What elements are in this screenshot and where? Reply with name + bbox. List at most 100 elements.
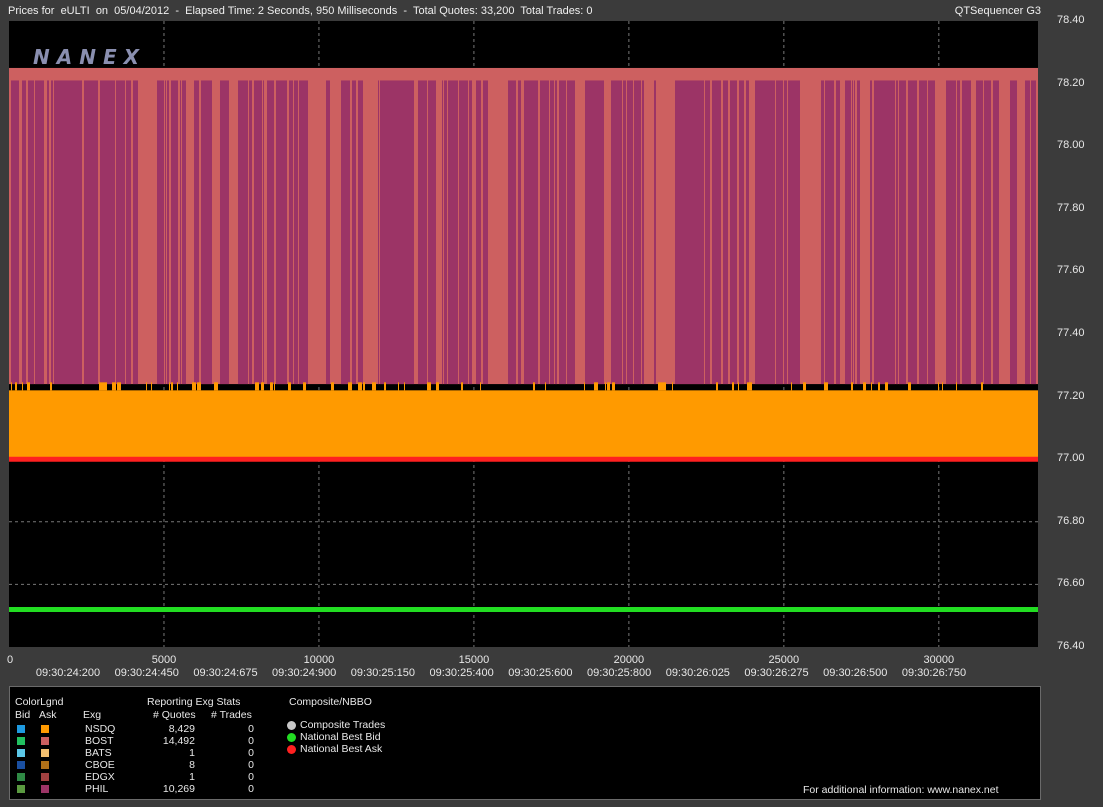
phil-ask-stripe <box>290 80 293 385</box>
phil-ask-stripe <box>84 80 92 385</box>
nsdq-ask-spike <box>658 382 662 391</box>
phil-ask-stripe <box>573 80 575 385</box>
nsdq-ask-spike <box>169 382 170 391</box>
phil-ask-stripe <box>883 80 892 385</box>
legend-panel: ColorLgnd Bid Ask Exg Reporting Exg Stat… <box>9 686 1041 800</box>
phil-ask-stripe <box>182 80 186 385</box>
x-tick-label: 20000 <box>613 654 645 666</box>
nsdq-ask-spike <box>22 382 23 391</box>
y-tick-label: 76.80 <box>1057 514 1085 527</box>
phil-ask-stripe <box>201 80 210 385</box>
quote-count: 8 <box>189 759 195 771</box>
phil-ask-stripe <box>28 80 34 385</box>
phil-ask-stripe <box>51 80 53 385</box>
price-plot-area[interactable]: NANEX <box>9 21 1038 647</box>
exchange-column-header: Exg <box>83 709 102 721</box>
phil-ask-stripe <box>601 80 604 385</box>
phil-ask-stripe <box>540 80 549 385</box>
bid-color-swatch <box>17 749 25 757</box>
nsdq-ask-spike <box>398 382 399 391</box>
phil-ask-stripe <box>92 80 98 385</box>
nsdq-ask-spike <box>851 382 853 391</box>
x-tick-label: 5000 <box>151 654 177 666</box>
phil-ask-stripe <box>410 80 414 385</box>
phil-ask-stripe <box>852 80 853 385</box>
composite-legend-label: National Best Ask <box>300 743 383 755</box>
nsdq-ask-spike <box>331 382 334 391</box>
x-time-label: 09:30:24:675 <box>193 667 258 679</box>
nsdq-ask-spike <box>384 382 386 391</box>
phil-ask-stripe <box>715 80 717 385</box>
phil-ask-stripe <box>70 80 75 385</box>
nsdq-ask-spike <box>270 382 273 391</box>
phil-ask-stripe <box>755 80 760 385</box>
footer-link[interactable]: For additional information: www.nanex.ne… <box>803 784 999 796</box>
exchange-name: CBOE <box>85 759 115 771</box>
price-chart-svg <box>9 21 1038 647</box>
nsdq-ask-spike <box>303 382 306 391</box>
phil-ask-stripe <box>228 80 229 385</box>
nsdq-ask-spike <box>908 382 911 391</box>
phil-ask-stripe <box>106 80 111 385</box>
x-time-label: 09:30:25:400 <box>429 667 494 679</box>
bid-color-swatch <box>17 725 25 733</box>
phil-ask-stripe <box>1033 80 1036 385</box>
phil-ask-stripe <box>477 80 481 385</box>
phil-ask-stripe <box>984 80 991 385</box>
phil-ask-stripe <box>908 80 917 385</box>
nsdq-ask-spike <box>956 382 957 391</box>
composite-legend-dot <box>287 721 296 730</box>
phil-ask-stripe <box>678 80 684 385</box>
phil-ask-stripe <box>476 80 477 385</box>
x-time-label: 09:30:26:750 <box>901 667 967 679</box>
phil-ask-stripe <box>442 80 443 385</box>
app-brand: QTSequencer G3 <box>954 5 1041 17</box>
phil-ask-stripe <box>194 80 199 385</box>
phil-ask-stripe <box>180 80 181 385</box>
phil-ask-stripe <box>611 80 617 385</box>
phil-ask-stripe <box>654 80 656 385</box>
phil-ask-stripe <box>1025 80 1030 385</box>
nsdq-ask-spike <box>885 382 888 391</box>
phil-ask-stripe <box>249 80 252 385</box>
phil-ask-stripe <box>289 80 290 385</box>
phil-ask-stripe <box>925 80 927 385</box>
nsdq-ask-spike <box>372 382 376 391</box>
phil-ask-stripe <box>870 80 872 385</box>
phil-ask-stripe <box>448 80 451 385</box>
nsdq-ask-spike <box>358 382 362 391</box>
phil-ask-stripe <box>396 80 401 385</box>
nsdq-ask-spike <box>103 382 107 391</box>
trade-count: 0 <box>248 759 254 771</box>
phil-ask-stripe <box>75 80 82 385</box>
nsdq-ask-spike <box>732 382 734 391</box>
bid-color-swatch <box>17 737 25 745</box>
phil-ask-stripe <box>693 80 700 385</box>
nsdq-ask-spike <box>533 382 535 391</box>
phil-ask-stripe <box>768 80 775 385</box>
phil-ask-stripe <box>946 80 948 385</box>
phil-ask-stripe <box>643 80 644 385</box>
phil-ask-stripe <box>585 80 593 385</box>
x-time-label: 09:30:26:275 <box>744 667 809 679</box>
x-time-label: 09:30:26:025 <box>665 667 730 679</box>
phil-ask-stripe <box>401 80 410 385</box>
bid-column-header: Bid <box>15 709 31 721</box>
nsdq-ask-spike <box>791 382 792 391</box>
phil-ask-stripe <box>220 80 228 385</box>
phil-ask-stripe <box>116 80 125 385</box>
nsdq-ask-spike <box>27 382 30 391</box>
nsdq-ask-spike <box>363 382 365 391</box>
nanex-logo: NANEX <box>33 45 147 69</box>
x-time-label: 09:30:25:600 <box>508 667 573 679</box>
phil-ask-stripe <box>47 80 49 385</box>
x-time-label: 09:30:24:200 <box>35 667 101 679</box>
phil-ask-stripe <box>928 80 935 385</box>
phil-ask-stripe <box>165 80 166 385</box>
nsdq-ask-spike <box>274 382 275 391</box>
phil-ask-stripe <box>459 80 468 385</box>
phil-ask-stripe <box>133 80 138 385</box>
nsdq-ask-spike <box>824 382 828 391</box>
nsdq-ask-spike <box>404 382 405 391</box>
nsdq-ask-band <box>9 390 1038 460</box>
